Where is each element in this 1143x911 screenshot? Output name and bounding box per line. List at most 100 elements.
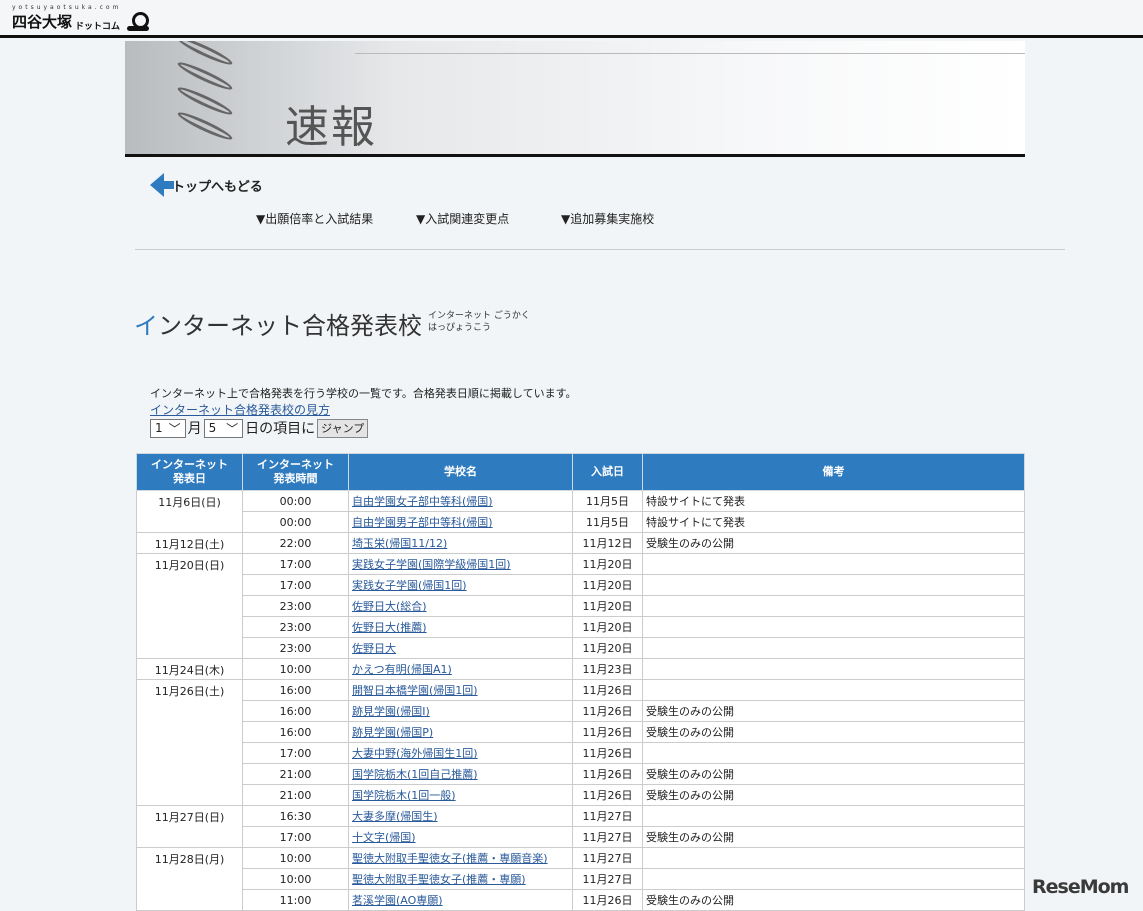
announce-date: 11月26日(土)	[136, 679, 243, 806]
table-row: 00:00 自由学園男子部中等科(帰国) 11月5日 特設サイトにて発表	[137, 511, 1025, 533]
school-link[interactable]: 大妻中野(海外帰国生1回)	[352, 747, 478, 760]
divider	[135, 249, 1065, 250]
exam-date: 11月20日	[572, 553, 643, 575]
anchor-link-changes[interactable]: ▼入試関連変更点	[416, 210, 509, 227]
school-link[interactable]: 佐野日大(推薦)	[352, 621, 427, 634]
announce-time: 17:00	[242, 742, 349, 764]
notes	[642, 553, 1025, 575]
results-table: インターネット 発表日 インターネット 発表時間 学校名 入試日 備考 11月6…	[136, 453, 1025, 911]
school-link[interactable]: 自由学園男子部中等科(帰国)	[352, 516, 493, 529]
guide-link[interactable]: インターネット合格発表校の見方	[150, 401, 576, 418]
school-link[interactable]: 聖徳大附取手聖徳女子(推薦・専願)	[352, 873, 526, 886]
table-row: 23:00 佐野日大(総合) 11月20日	[137, 595, 1025, 617]
month-value: 1	[155, 421, 163, 435]
announce-time: 16:00	[242, 679, 349, 701]
announce-date: 11月12日(土)	[136, 532, 243, 554]
site-logo[interactable]: yotsuyaotsuka.com 四谷大塚 ドットコム	[12, 4, 150, 32]
school-link[interactable]: 跡見学園(帰国I)	[352, 705, 430, 718]
announce-time: 10:00	[242, 658, 349, 680]
school-link[interactable]: 国学院栃木(1回一般)	[352, 789, 456, 802]
back-to-top-link[interactable]: トップへもどる	[150, 173, 263, 197]
table-row: 21:00 国学院栃木(1回一般) 11月26日 受験生のみの公開	[137, 784, 1025, 806]
exam-date: 11月26日	[572, 721, 643, 743]
watermark: ReseMom	[1032, 876, 1129, 898]
table-row: 23:00 佐野日大(推薦) 11月20日	[137, 616, 1025, 638]
title-rest: ンターネット合格発表校	[158, 312, 422, 340]
school-link[interactable]: 大妻多摩(帰国生)	[352, 810, 438, 823]
notes	[642, 616, 1025, 638]
exam-date: 11月26日	[572, 700, 643, 722]
anchor-link-additional[interactable]: ▼追加募集実施校	[561, 210, 654, 227]
exam-date: 11月20日	[572, 637, 643, 659]
announce-time: 11:00	[242, 889, 349, 911]
school-link[interactable]: 十文字(帰国)	[352, 831, 416, 844]
table-row: 11月12日(土) 22:00 埼玉栄(帰国11/12) 11月12日 受験生のみの公開	[136, 532, 1025, 554]
banner: 速報	[125, 41, 1025, 157]
school-link[interactable]: 国学院栃木(1回自己推薦)	[352, 768, 478, 781]
school-link[interactable]: 聖徳大附取手聖徳女子(推薦・専願音楽)	[352, 852, 548, 865]
jump-form: 1 ﹀ 月 5 ﹀ 日の項目に ジャンプ	[150, 418, 369, 438]
school-link[interactable]: 実践女子学園(帰国1回)	[352, 579, 467, 592]
announce-date: 11月28日(月)	[136, 847, 243, 911]
exam-date: 11月5日	[572, 490, 643, 512]
month-select[interactable]: 1 ﹀	[150, 418, 186, 438]
logo-text: 四谷大塚	[12, 13, 73, 31]
school-link[interactable]: 自由学園女子部中等科(帰国)	[352, 495, 493, 508]
col-header-school: 学校名	[348, 453, 573, 491]
table-row: 11月28日(月) 10:00 聖徳大附取手聖徳女子(推薦・専願音楽) 11月27日	[136, 847, 1025, 911]
exam-date: 11月27日	[572, 847, 643, 869]
announce-time: 23:00	[242, 616, 349, 638]
anchor-link-results[interactable]: ▼出願倍率と入試結果	[256, 210, 373, 227]
exam-date: 11月26日	[572, 742, 643, 764]
table-row: 10:00 聖徳大附取手聖徳女子(推薦・専願) 11月27日	[137, 868, 1025, 890]
table-row: 17:00 十文字(帰国) 11月27日 受験生のみの公開	[137, 826, 1025, 848]
notes: 受験生のみの公開	[642, 889, 1025, 911]
exam-date: 11月27日	[572, 805, 643, 827]
school-link[interactable]: 茗溪学園(AO専願)	[352, 894, 443, 907]
announce-date: 11月6日(日)	[136, 490, 243, 533]
notes	[642, 868, 1025, 890]
col-header-date: インターネット 発表日	[136, 453, 243, 491]
school-link[interactable]: 埼玉栄(帰国11/12)	[352, 537, 447, 550]
announce-time: 23:00	[242, 637, 349, 659]
exam-date: 11月5日	[572, 511, 643, 533]
notes	[642, 679, 1025, 701]
ruby-line: はっぴょうこう	[428, 323, 492, 333]
announce-time: 21:00	[242, 784, 349, 806]
back-label: トップへもどる	[172, 179, 263, 195]
school-link[interactable]: 佐野日大	[352, 642, 396, 655]
notes: 特設サイトにて発表	[642, 490, 1025, 512]
table-row: 23:00 佐野日大 11月20日	[137, 637, 1025, 659]
notes	[642, 742, 1025, 764]
announce-time: 21:00	[242, 763, 349, 785]
table-row: 17:00 大妻中野(海外帰国生1回) 11月26日	[137, 742, 1025, 764]
exam-date: 11月20日	[572, 574, 643, 596]
school-link[interactable]: かえつ有明(帰国A1)	[352, 663, 452, 676]
announce-time: 10:00	[242, 847, 349, 869]
table-row: 11月26日(土) 16:00 開智日本橋学園(帰国1回) 11月26日	[136, 679, 1025, 806]
jump-button[interactable]: ジャンプ	[317, 418, 369, 438]
announce-time: 00:00	[242, 490, 349, 512]
notes: 受験生のみの公開	[642, 826, 1025, 848]
day-select[interactable]: 5 ﹀	[203, 418, 244, 438]
school-link[interactable]: 跡見学園(帰国P)	[352, 726, 433, 739]
school-link[interactable]: 佐野日大(総合)	[352, 600, 427, 613]
announce-time: 22:00	[242, 532, 349, 554]
table-row: 17:00 実践女子学園(帰国1回) 11月20日	[137, 574, 1025, 596]
logo-mark-icon	[127, 12, 150, 32]
notes	[642, 805, 1025, 827]
site-header: yotsuyaotsuka.com 四谷大塚 ドットコム	[0, 0, 1143, 38]
announce-time: 17:00	[242, 553, 349, 575]
school-link[interactable]: 実践女子学園(国際学級帰国1回)	[352, 558, 511, 571]
table-row: 11:00 茗溪学園(AO専願) 11月26日 受験生のみの公開	[137, 889, 1025, 911]
school-link[interactable]: 開智日本橋学園(帰国1回)	[352, 684, 478, 697]
table-row: 11月6日(日) 00:00 自由学園女子部中等科(帰国) 11月5日 特設サイトにて発…	[136, 490, 1025, 533]
announce-date: 11月27日(日)	[136, 805, 243, 848]
notes: 受験生のみの公開	[642, 784, 1025, 806]
notes: 特設サイトにて発表	[642, 511, 1025, 533]
table-row: 16:00 跡見学園(帰国P) 11月26日 受験生のみの公開	[137, 721, 1025, 743]
ruby-line: インターネット ごうかく	[428, 311, 530, 321]
col-header-exam-date: 入試日	[572, 453, 643, 491]
announce-time: 00:00	[242, 511, 349, 533]
notes	[642, 658, 1025, 680]
